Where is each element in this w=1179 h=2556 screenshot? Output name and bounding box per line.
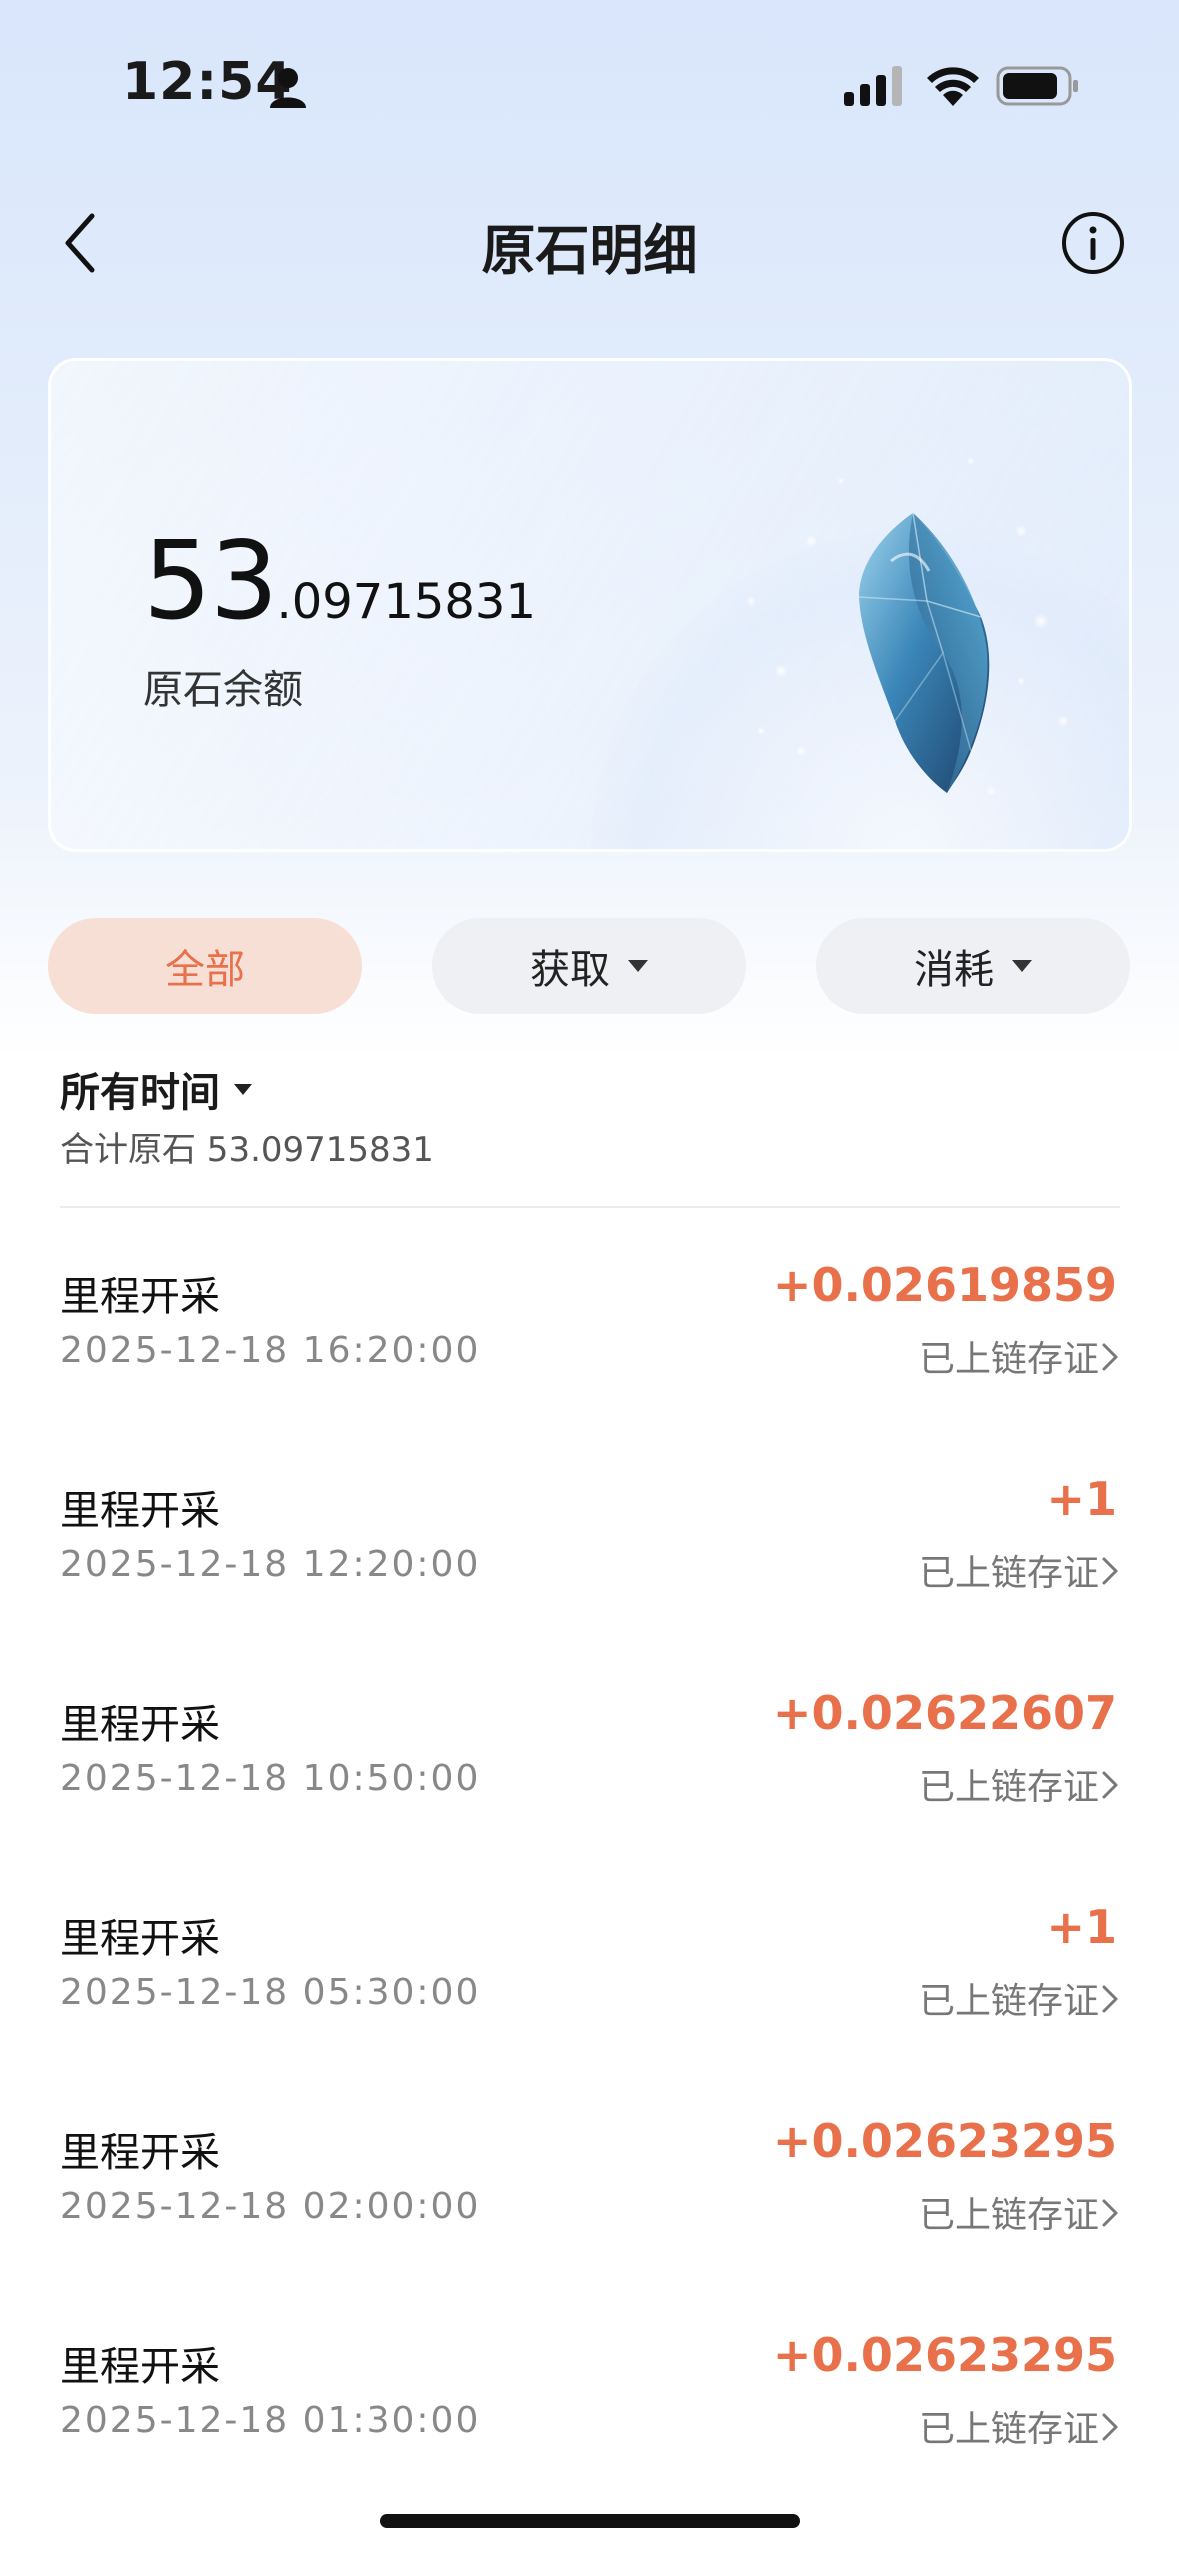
status-time: 12:54 <box>122 52 293 112</box>
wifi-icon <box>927 67 979 106</box>
record-amount: +1 <box>1046 1472 1117 1526</box>
record-amount: +0.02623295 <box>772 2114 1117 2168</box>
record-time: 2025-12-18 02:00:00 <box>60 2186 481 2227</box>
record-amount: +0.02619859 <box>772 1258 1117 1312</box>
caret-down-icon <box>1012 960 1032 972</box>
record-amount: +0.02623295 <box>772 2328 1117 2382</box>
total-summary: 合计原石 53.09715831 <box>60 1130 434 1170</box>
balance-card: 53.09715831 原石余额 <box>48 358 1132 852</box>
time-filter-label: 所有时间 <box>60 1070 220 1116</box>
person-icon <box>270 68 306 108</box>
tab-gain[interactable]: 获取 <box>432 918 746 1014</box>
record-title: 里程开采 <box>60 1916 220 1962</box>
tab-spend-label: 消耗 <box>914 947 994 993</box>
tab-gain-label: 获取 <box>530 947 610 993</box>
record-amount: +1 <box>1046 1900 1117 1954</box>
record-status-link[interactable]: 已上链存证 <box>919 2186 1099 2238</box>
battery-icon <box>996 66 1078 106</box>
record-title: 里程开采 <box>60 2344 220 2390</box>
record-title: 里程开采 <box>60 1488 220 1534</box>
record-status-link[interactable]: 已上链存证 <box>919 1758 1099 1810</box>
record-time: 2025-12-18 16:20:00 <box>60 1330 481 1371</box>
record-status-link[interactable]: 已上链存证 <box>919 1544 1099 1596</box>
list-item[interactable]: 里程开采 2025-12-18 16:20:00 +0.02619859 已上链存证 <box>0 1258 1179 1478</box>
list-item[interactable]: 里程开采 2025-12-18 10:50:00 +0.02622607 已上链存证 <box>0 1686 1179 1906</box>
list-item[interactable]: 里程开采 2025-12-18 05:30:00 +1 已上链存证 <box>0 1900 1179 2120</box>
record-title: 里程开采 <box>60 1274 220 1320</box>
tab-all-label: 全部 <box>165 947 245 993</box>
record-amount: +0.02622607 <box>772 1686 1117 1740</box>
caret-down-icon <box>234 1083 252 1095</box>
tab-all[interactable]: 全部 <box>48 918 362 1014</box>
list-item[interactable]: 里程开采 2025-12-18 12:20:00 +1 已上链存证 <box>0 1472 1179 1692</box>
balance-amount: 53.09715831 <box>143 519 536 644</box>
list-item[interactable]: 里程开采 2025-12-18 02:00:00 +0.02623295 已上链存证 <box>0 2114 1179 2334</box>
chevron-right-icon <box>1102 1771 1118 1799</box>
gem-stone-icon <box>746 457 1069 796</box>
balance-label: 原石余额 <box>143 667 303 713</box>
chevron-right-icon <box>1102 2199 1118 2227</box>
chevron-right-icon <box>1102 1557 1118 1585</box>
balance-decimal: .09715831 <box>276 574 537 630</box>
balance-integer: 53 <box>143 519 278 644</box>
record-time: 2025-12-18 12:20:00 <box>60 1544 481 1585</box>
chevron-right-icon <box>1102 1985 1118 2013</box>
record-status-link[interactable]: 已上链存证 <box>919 2400 1099 2452</box>
record-title: 里程开采 <box>60 2130 220 2176</box>
time-filter-dropdown[interactable]: 所有时间 <box>60 1060 252 1118</box>
record-time: 2025-12-18 05:30:00 <box>60 1972 481 2013</box>
chevron-right-icon <box>1102 1343 1118 1371</box>
record-status-link[interactable]: 已上链存证 <box>919 1330 1099 1382</box>
record-time: 2025-12-18 10:50:00 <box>60 1758 481 1799</box>
chevron-right-icon <box>1102 2413 1118 2441</box>
cellular-signal-icon <box>844 66 902 106</box>
tab-spend[interactable]: 消耗 <box>816 918 1130 1014</box>
divider <box>60 1206 1120 1208</box>
home-indicator <box>380 2514 800 2528</box>
page-title: 原石明细 <box>481 219 698 282</box>
record-status-link[interactable]: 已上链存证 <box>919 1972 1099 2024</box>
info-icon[interactable] <box>1060 210 1126 276</box>
record-time: 2025-12-18 01:30:00 <box>60 2400 481 2441</box>
record-title: 里程开采 <box>60 1702 220 1748</box>
caret-down-icon <box>628 960 648 972</box>
status-bar: 12:54 <box>0 0 1179 170</box>
